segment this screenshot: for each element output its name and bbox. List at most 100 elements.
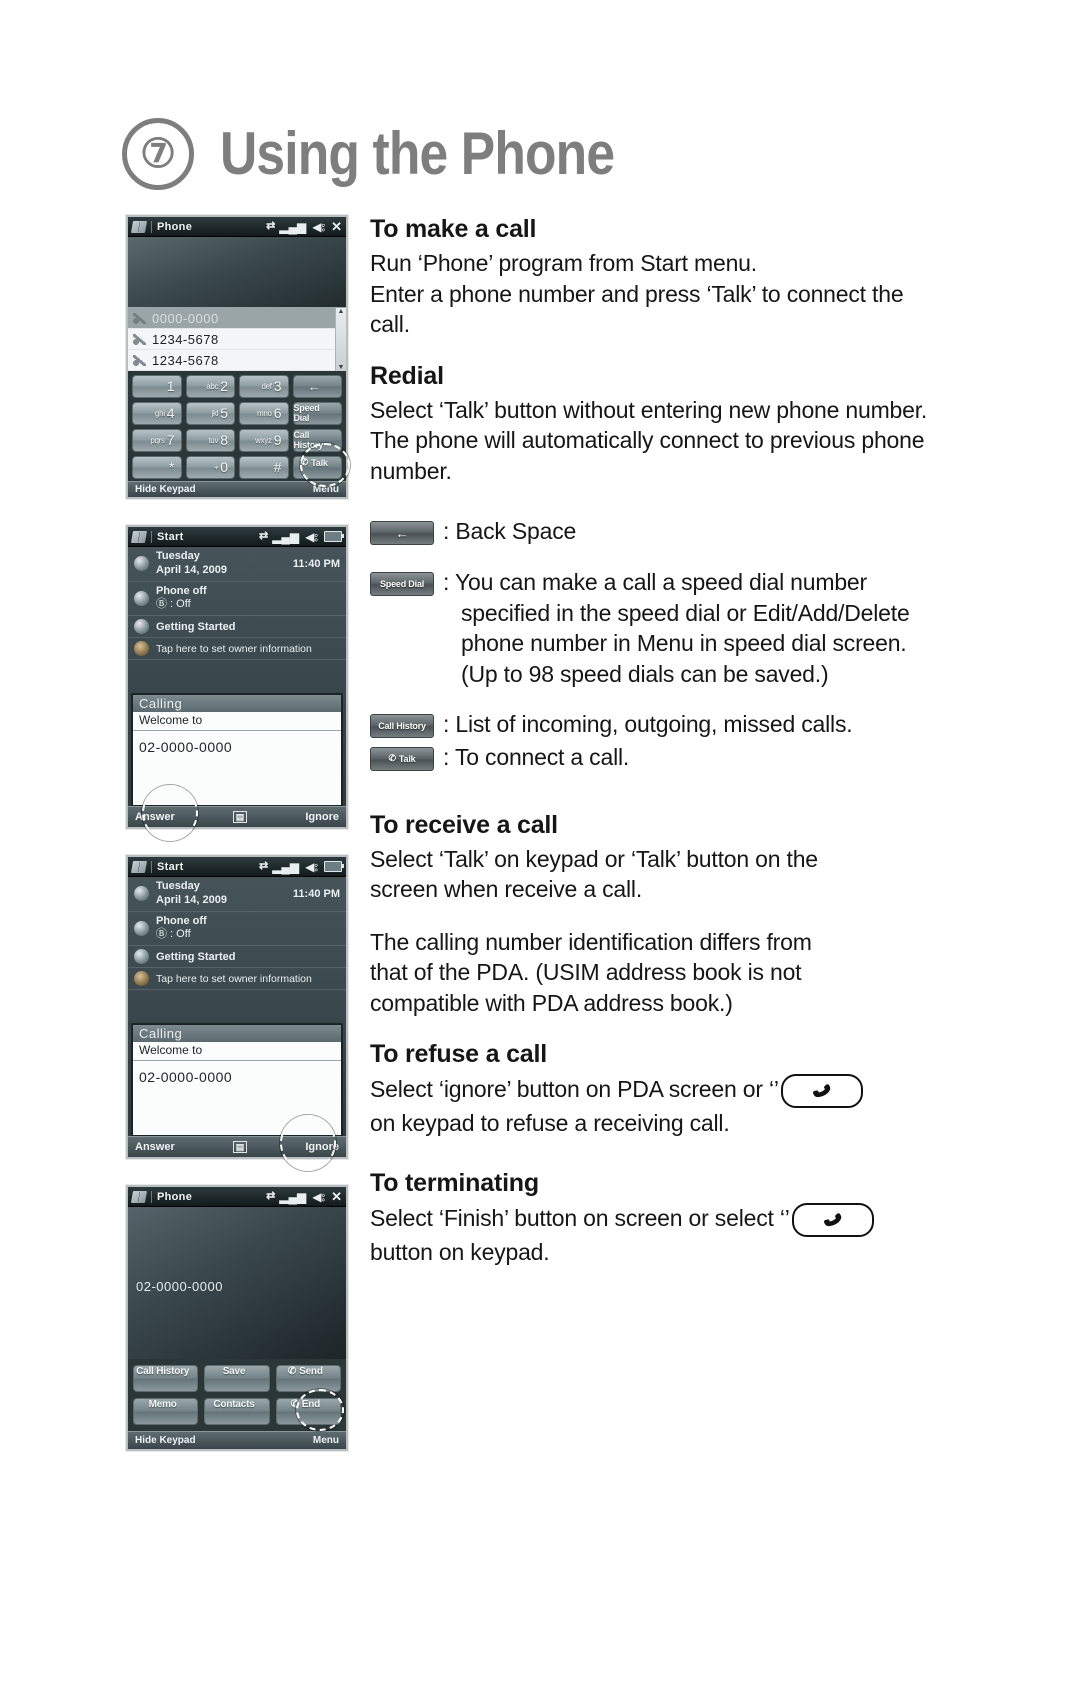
- keyboard-icon[interactable]: ▤: [232, 1141, 248, 1153]
- owner-info-label: Tap here to set owner information: [156, 972, 312, 985]
- key-3[interactable]: def 3: [239, 375, 289, 398]
- bluetooth-status: Ⓑ : Off: [156, 928, 191, 941]
- today-row-phone[interactable]: Phone off Ⓑ : Off: [128, 912, 346, 946]
- today-row-getting-started[interactable]: Getting Started: [128, 946, 346, 968]
- softkey-menu[interactable]: Menu: [313, 484, 339, 495]
- key-speed-dial[interactable]: Speed Dial: [292, 402, 342, 425]
- key-talk[interactable]: ✆ Talk: [292, 456, 342, 479]
- key-6[interactable]: mno 6: [239, 402, 289, 425]
- softkey-ignore[interactable]: Ignore: [305, 811, 339, 823]
- today-row-owner[interactable]: Tap here to set owner information: [128, 638, 346, 660]
- key-1[interactable]: 1: [132, 375, 182, 398]
- calling-dialog-body: 02-0000-0000: [133, 1061, 341, 1135]
- key-4[interactable]: ghi 4: [132, 402, 182, 425]
- today-time: 11:40 PM: [292, 557, 340, 570]
- globe-icon: [134, 619, 149, 634]
- softkey-answer[interactable]: Answer: [135, 1141, 175, 1153]
- button-contacts[interactable]: Contacts: [204, 1398, 270, 1425]
- today-row-date[interactable]: Tuesday April 14, 2009 11:40 PM: [128, 547, 346, 582]
- legend-speed-dial-line-2: specified in the speed dial or Edit/Add/…: [461, 599, 910, 626]
- button-call-history[interactable]: Call History: [133, 1365, 199, 1392]
- calling-dialog-subtitle: Welcome to: [133, 1042, 341, 1061]
- list-item[interactable]: 0000-0000: [128, 308, 346, 329]
- softkey-hide-keypad[interactable]: Hide Keypad: [135, 1435, 196, 1446]
- button-send[interactable]: ✆ Send: [275, 1365, 341, 1392]
- softkey-ignore[interactable]: Ignore: [305, 1141, 339, 1153]
- pda-screenshot-incoming-ignore: Start ⇄ ▂▄▆ ◀⦂ Tuesday April 14, 2009 11…: [126, 855, 348, 1171]
- key-7[interactable]: pqrs 7: [132, 429, 182, 452]
- today-weekday: Tuesday: [156, 550, 200, 562]
- key-5[interactable]: jkl 5: [185, 402, 235, 425]
- make-a-call-line-1: Run ‘Phone’ program from Start menu.: [370, 250, 757, 276]
- connectivity-icon[interactable]: ⇄: [259, 531, 268, 542]
- windows-flag-icon[interactable]: [130, 1190, 148, 1203]
- speaker-icon[interactable]: ◀⦂: [312, 1191, 325, 1203]
- windows-flag-icon[interactable]: [130, 220, 148, 233]
- button-memo[interactable]: Memo: [133, 1398, 199, 1425]
- close-icon[interactable]: ✕: [331, 220, 342, 233]
- connectivity-icon[interactable]: ⇄: [259, 861, 268, 872]
- titlebar: Start ⇄ ▂▄▆ ◀⦂: [128, 857, 346, 877]
- in-call-number: 02-0000-0000: [136, 1279, 223, 1294]
- keyboard-icon[interactable]: ▤: [232, 811, 248, 823]
- calling-dialog-subtitle: Welcome to: [133, 712, 341, 731]
- softkey-menu[interactable]: Menu: [313, 1435, 339, 1446]
- calling-dialog-title: Calling: [133, 1025, 341, 1042]
- legend-row-call-history: Call History : List of incoming, outgoin…: [370, 709, 940, 740]
- page-header: ⑦ Using the Phone: [122, 118, 678, 190]
- key-star[interactable]: *: [132, 456, 182, 479]
- globe-icon: [134, 949, 149, 964]
- speaker-icon[interactable]: ◀⦂: [312, 221, 325, 233]
- speaker-icon[interactable]: ◀⦂: [305, 861, 318, 873]
- screenshot-column: Phone ⇄ ▂▄▆ ◀⦂ ✕ 0000-0000 1234-5678 123…: [126, 215, 350, 1477]
- signal-icon[interactable]: ▂▄▆: [272, 531, 299, 543]
- battery-icon[interactable]: [324, 531, 344, 542]
- divider: [151, 1190, 152, 1203]
- signal-icon[interactable]: ▂▄▆: [279, 221, 306, 233]
- heading-refuse-a-call: To refuse a call: [370, 1040, 547, 1069]
- legend-backspace-text: : Back Space: [443, 518, 577, 545]
- key-call-history[interactable]: Call History: [292, 429, 342, 452]
- windows-flag-icon[interactable]: [130, 530, 148, 543]
- list-item-number: 1234-5678: [152, 352, 219, 368]
- connectivity-icon[interactable]: ⇄: [266, 1191, 275, 1202]
- key-backspace[interactable]: ←: [292, 375, 342, 398]
- list-item-number: 0000-0000: [152, 310, 219, 326]
- scroll-up-icon[interactable]: ▲: [338, 308, 345, 315]
- clock-icon: [134, 556, 149, 572]
- titlebar-icons: ⇄ ▂▄▆ ◀⦂ ✕: [266, 1189, 342, 1205]
- button-end[interactable]: ✆ End: [275, 1398, 341, 1425]
- softkey-hide-keypad[interactable]: Hide Keypad: [135, 484, 196, 495]
- phone-handset-icon: [133, 312, 146, 324]
- scrollbar[interactable]: ▲ ▼: [335, 308, 346, 371]
- close-icon[interactable]: ✕: [331, 1189, 342, 1205]
- today-row-date[interactable]: Tuesday April 14, 2009 11:40 PM: [128, 877, 346, 912]
- softkey-answer[interactable]: Answer: [135, 811, 175, 823]
- today-row-getting-started[interactable]: Getting Started: [128, 616, 346, 638]
- list-item[interactable]: 1234-5678: [128, 329, 346, 350]
- speaker-icon[interactable]: ◀⦂: [305, 531, 318, 543]
- soft-key-bar: Hide Keypad Menu: [128, 1431, 346, 1449]
- calling-number: 02-0000-0000: [139, 739, 233, 755]
- today-row-phone[interactable]: Phone off Ⓑ : Off: [128, 582, 346, 616]
- battery-icon[interactable]: [324, 861, 344, 872]
- legend-talk-text: : To connect a call.: [443, 743, 630, 770]
- scroll-down-icon[interactable]: ▼: [338, 364, 345, 371]
- key-9[interactable]: wxyz 9: [239, 429, 289, 452]
- key-2[interactable]: abc 2: [185, 375, 235, 398]
- clock-icon: [134, 886, 149, 902]
- titlebar-title: Phone: [157, 220, 193, 233]
- list-item[interactable]: 1234-5678: [128, 350, 346, 371]
- windows-flag-icon[interactable]: [130, 860, 148, 873]
- signal-icon[interactable]: ▂▄▆: [279, 1191, 306, 1203]
- connectivity-icon[interactable]: ⇄: [266, 221, 275, 232]
- signal-icon[interactable]: ▂▄▆: [272, 861, 299, 873]
- legend-speed-dial-line-1: : You can make a call a speed dial numbe…: [443, 569, 867, 596]
- key-8[interactable]: tuv 8: [185, 429, 235, 452]
- button-save[interactable]: Save: [204, 1365, 270, 1392]
- today-screen: Tuesday April 14, 2009 11:40 PM Phone of…: [128, 877, 346, 1171]
- today-row-owner[interactable]: Tap here to set owner information: [128, 968, 346, 990]
- recent-call-list[interactable]: 0000-0000 1234-5678 1234-5678 ▲ ▼: [128, 307, 346, 371]
- key-hash[interactable]: #: [239, 456, 289, 479]
- key-0[interactable]: +0: [185, 456, 235, 479]
